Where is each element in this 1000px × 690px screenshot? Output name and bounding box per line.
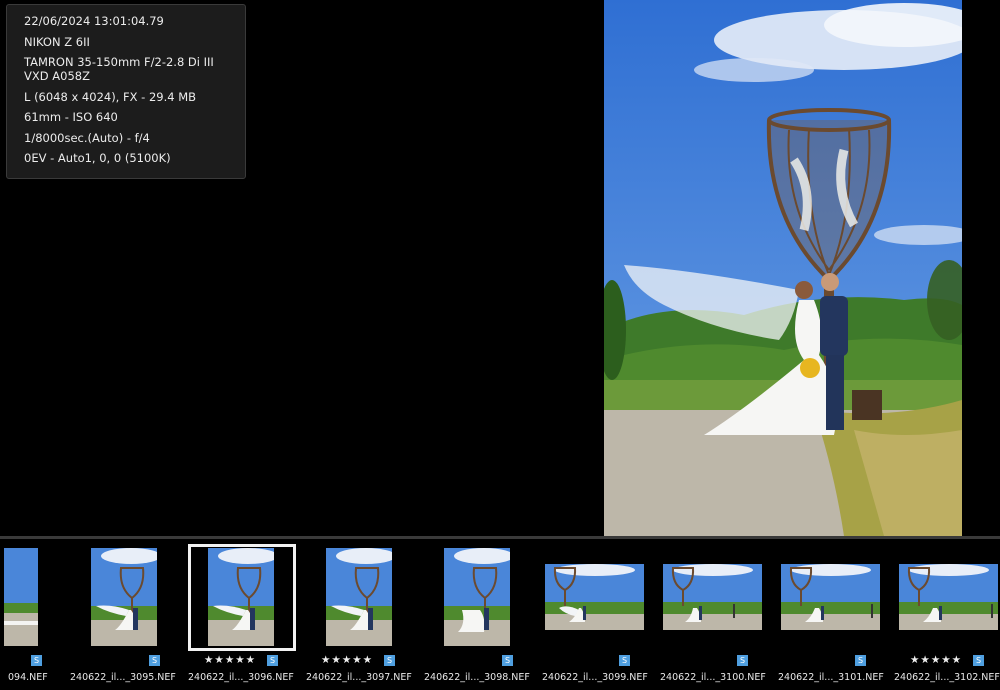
thumbnail-filename: 094.NEF — [8, 672, 48, 683]
badge-icon: S — [973, 655, 984, 666]
filmstrip-thumbnail[interactable]: S 240622_il..._3100.NEF — [660, 539, 778, 690]
thumbnail-filename: 240622_il..._3097.NEF — [306, 672, 412, 683]
rating-stars[interactable]: ★★★★★ — [910, 654, 962, 666]
filmstrip-thumbnail-selected[interactable]: ★★★★★ S 240622_il..._3096.NEF — [188, 539, 306, 690]
badge-icon: S — [267, 655, 278, 666]
thumbnail-image — [444, 548, 510, 646]
info-focal-iso: 61mm - ISO 640 — [24, 110, 118, 124]
main-photo[interactable] — [604, 0, 962, 536]
thumbnail-image — [208, 548, 274, 646]
thumbnail-filename: 240622_il..._3098.NEF — [424, 672, 530, 683]
badge-icon: S — [384, 655, 395, 666]
filmstrip-thumbnail[interactable]: S 240622_il..._3101.NEF — [778, 539, 896, 690]
thumbnail-image — [899, 564, 998, 630]
filmstrip-thumbnail[interactable]: S 240622_il..._3098.NEF — [424, 539, 542, 690]
rating-stars[interactable]: ★★★★★ — [204, 654, 256, 666]
badge-icon: S — [619, 655, 630, 666]
thumbnail-filename: 240622_il..._3101.NEF — [778, 672, 884, 683]
info-camera: NIKON Z 6II — [24, 34, 90, 49]
thumbnail-filename: 240622_il..._3096.NEF — [188, 672, 294, 683]
filmstrip-thumbnail[interactable]: ★★★★★ S 240622_il..._3097.NEF — [306, 539, 424, 690]
badge-icon: S — [855, 655, 866, 666]
badge-icon: S — [502, 655, 513, 666]
thumbnail-filename: 240622_il..._3099.NEF — [542, 672, 648, 683]
rating-stars[interactable]: ★★★★★ — [321, 654, 373, 666]
thumbnail-image — [781, 564, 880, 630]
badge-icon: S — [31, 655, 42, 666]
thumbnail-image — [326, 548, 392, 646]
filmstrip-thumbnail[interactable]: ★★★★★ S 240622_il..._3102.NEF — [894, 539, 1000, 690]
filmstrip-thumbnail[interactable]: S 240622_il..._3099.NEF — [542, 539, 660, 690]
image-info-panel: 22/06/2024 13:01:04.79 NIKON Z 6II TAMRO… — [6, 4, 246, 179]
thumbnail-filename: 240622_il..._3095.NEF — [70, 672, 176, 683]
thumbnail-image — [91, 548, 157, 646]
thumbnail-filename: 240622_il..._3102.NEF — [894, 672, 1000, 683]
filmstrip-thumbnail[interactable]: S 240622_il..._3095.NEF — [70, 539, 190, 690]
filmstrip-thumbnail[interactable]: S 094.NEF — [0, 539, 48, 690]
info-exposure: 1/8000sec.(Auto) - f/4 — [24, 130, 150, 145]
thumbnail-image — [663, 564, 762, 630]
thumbnail-image — [545, 564, 644, 630]
badge-icon: S — [737, 655, 748, 666]
thumbnail-image — [4, 548, 38, 646]
info-lens: TAMRON 35-150mm F/2-2.8 Di III VXD A058Z — [24, 55, 214, 83]
info-image-size: L (6048 x 4024), FX - 29.4 MB — [24, 89, 197, 104]
badge-icon: S — [149, 655, 160, 666]
main-photo-image — [604, 0, 962, 536]
thumbnail-filename: 240622_il..._3100.NEF — [660, 672, 766, 683]
filmstrip[interactable]: S 094.NEF S 240622_il..._3095.NEF ★★★★★ … — [0, 539, 1000, 690]
info-datetime: 22/06/2024 13:01:04.79 — [24, 14, 164, 28]
info-white-balance: 0EV - Auto1, 0, 0 (5100K) — [24, 151, 171, 165]
